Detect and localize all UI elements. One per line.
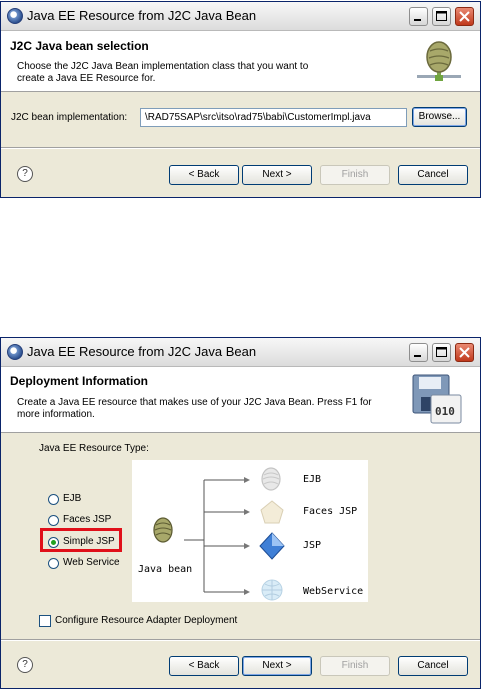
close-button[interactable] (455, 7, 474, 26)
cancel-button[interactable]: Cancel (398, 656, 468, 676)
page-description-line1: Choose the J2C Java Bean implementation … (17, 61, 309, 72)
close-icon (459, 11, 470, 22)
page-title: Deployment Information (10, 374, 149, 388)
selection-highlight-box (40, 528, 122, 552)
footer-separator (1, 147, 480, 149)
footer-separator (1, 639, 480, 641)
finish-button: Finish (320, 656, 390, 676)
finish-button: Finish (320, 165, 390, 185)
wizard-body: Java EE Resource Type: EJB Faces JSP Sim… (1, 433, 480, 686)
radio-faces-jsp[interactable] (48, 515, 59, 526)
minimize-icon (414, 19, 421, 21)
eclipse-icon (7, 8, 23, 24)
dialog-j2c-bean-selection: Java EE Resource from J2C Java Bean J2C … (0, 1, 481, 198)
impl-path-field[interactable]: \RAD75SAP\src\itso\rad75\babi\CustomerIm… (140, 108, 407, 127)
title-bar[interactable]: Java EE Resource from J2C Java Bean (1, 338, 480, 367)
diagram-target-faces-jsp: Faces JSP (303, 506, 358, 517)
minimize-icon (414, 355, 421, 357)
next-button[interactable]: Next > (242, 656, 312, 676)
maximize-icon (436, 347, 447, 357)
help-icon[interactable]: ? (17, 657, 33, 673)
next-button[interactable]: Next > (242, 165, 312, 185)
eclipse-icon (7, 344, 23, 360)
ejb-bean-icon (261, 467, 281, 491)
page-title: J2C Java bean selection (10, 39, 149, 53)
wizard-body: J2C bean implementation: \RAD75SAP\src\i… (1, 92, 480, 196)
radio-label-ejb[interactable]: EJB (63, 493, 81, 504)
maximize-button[interactable] (432, 343, 451, 362)
deployment-disk-icon: 010 (412, 374, 462, 424)
page-description-line1: Create a Java EE resource that makes use… (17, 397, 372, 408)
impl-label: J2C bean implementation: (11, 112, 128, 123)
configure-adapter-label[interactable]: Configure Resource Adapter Deployment (55, 615, 237, 626)
wizard-header: Deployment Information Create a Java EE … (1, 367, 480, 433)
header-icon-text: 010 (435, 405, 455, 418)
title-bar[interactable]: Java EE Resource from J2C Java Bean (1, 2, 480, 31)
resource-type-diagram: Java bean EJB Faces JSP JSP WebService (132, 460, 368, 602)
window-title: Java EE Resource from J2C Java Bean (27, 8, 257, 23)
radio-ejb[interactable] (48, 494, 59, 505)
back-button[interactable]: < Back (169, 656, 239, 676)
minimize-button[interactable] (409, 343, 428, 362)
java-bean-icon (153, 517, 173, 543)
minimize-button[interactable] (409, 7, 428, 26)
browse-button[interactable]: Browse... (412, 107, 467, 127)
window-title: Java EE Resource from J2C Java Bean (27, 344, 257, 359)
faces-jsp-icon (260, 500, 284, 524)
maximize-icon (436, 11, 447, 21)
radio-label-web-service[interactable]: Web Service (63, 557, 120, 568)
dialog-deployment-information: Java EE Resource from J2C Java Bean Depl… (0, 337, 481, 689)
resource-type-label: Java EE Resource Type: (39, 443, 149, 454)
configure-adapter-checkbox[interactable] (39, 615, 51, 627)
radio-label-faces-jsp[interactable]: Faces JSP (63, 514, 111, 525)
page-description-line2: more information. (17, 409, 95, 420)
close-icon (459, 347, 470, 358)
web-service-globe-icon (261, 579, 283, 601)
jsp-diamond-icon (259, 532, 285, 560)
back-button[interactable]: < Back (169, 165, 239, 185)
close-button[interactable] (455, 343, 474, 362)
radio-web-service[interactable] (48, 558, 59, 569)
maximize-button[interactable] (432, 7, 451, 26)
help-icon[interactable]: ? (17, 166, 33, 182)
diagram-target-jsp: JSP (303, 540, 322, 551)
cancel-button[interactable]: Cancel (398, 165, 468, 185)
diagram-source-label: Java bean (138, 564, 193, 575)
java-bean-wizard-icon (417, 41, 461, 81)
diagram-target-webservice: WebService (303, 586, 364, 597)
diagram-target-ejb: EJB (303, 474, 322, 485)
page-description-line2: create a Java EE Resource for. (17, 73, 156, 84)
wizard-header: J2C Java bean selection Choose the J2C J… (1, 31, 480, 92)
